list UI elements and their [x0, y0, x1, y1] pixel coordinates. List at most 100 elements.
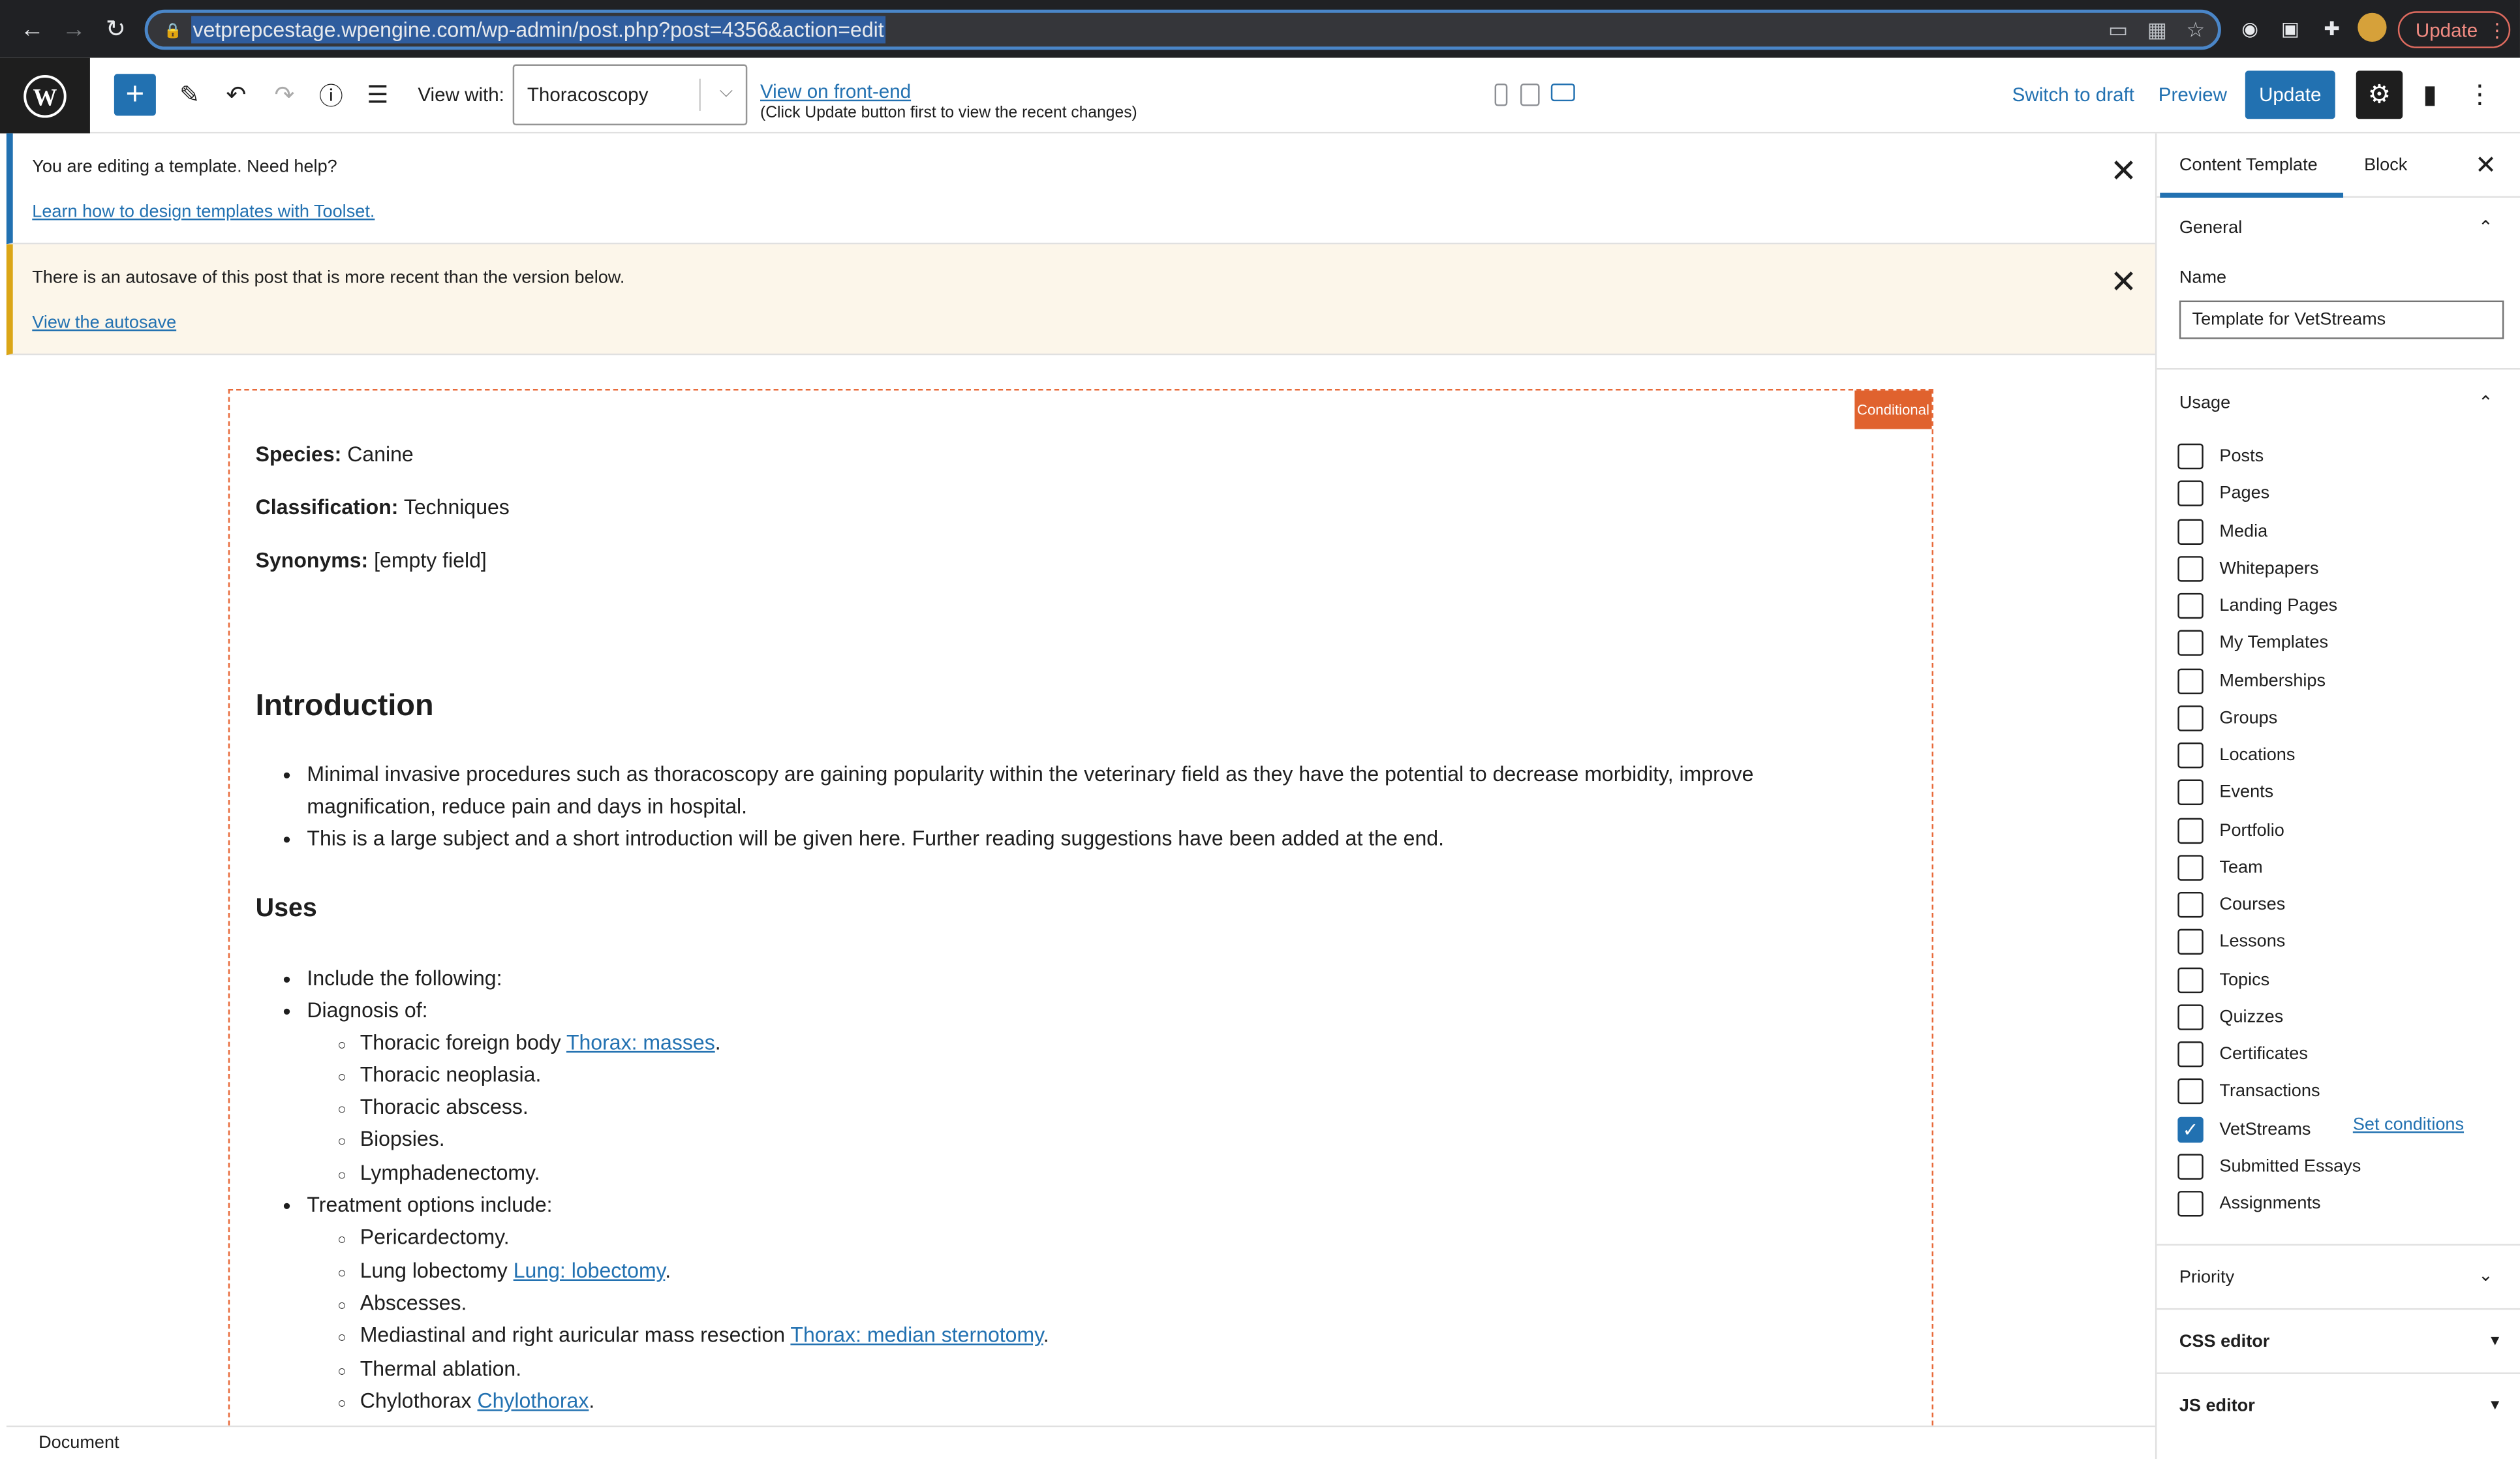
usage-option[interactable]: Team	[2177, 853, 2263, 882]
usage-option[interactable]: Portfolio	[2177, 816, 2284, 844]
intro-bullet[interactable]: Minimal invasive procedures such as thor…	[283, 759, 1753, 791]
checkbox[interactable]	[2177, 668, 2204, 694]
usage-option[interactable]: ✓ VetStreams	[2177, 1114, 2311, 1143]
checkbox[interactable]	[2177, 630, 2204, 656]
usage-panel-title[interactable]: Usage	[2179, 393, 2230, 413]
tab-block[interactable]: Block	[2364, 156, 2407, 176]
undo-icon[interactable]: ↶	[215, 74, 257, 115]
checkbox[interactable]	[2177, 1004, 2204, 1030]
list-item[interactable]: Thoracic neoplasia.	[337, 1059, 541, 1093]
usage-option[interactable]: My Templates	[2177, 629, 2328, 658]
usage-option[interactable]: Submitted Essays	[2177, 1152, 2361, 1180]
usage-option[interactable]: Groups	[2177, 703, 2277, 732]
checkbox[interactable]	[2177, 854, 2204, 881]
wordpress-logo-icon[interactable]: W	[0, 57, 90, 134]
list-item[interactable]: Thermal ablation.	[337, 1353, 521, 1387]
chevron-down-icon[interactable]: ⌄	[2478, 1265, 2493, 1286]
checkbox[interactable]	[2177, 1153, 2204, 1180]
median-sternotomy-link[interactable]: Thorax: median sternotomy	[790, 1323, 1043, 1347]
list-item[interactable]: Lung lobectomy Lung: lobectomy.	[337, 1255, 671, 1289]
checkbox[interactable]	[2177, 780, 2204, 806]
address-bar[interactable]: 🔒 vetprepcestage.wpengine.com/wp-admin/p…	[144, 9, 2221, 50]
list-view-icon[interactable]: ☰	[357, 74, 399, 115]
checkbox[interactable]	[2177, 443, 2204, 470]
redo-icon[interactable]: ↷	[264, 74, 305, 115]
list-item[interactable]: Biopsies.	[337, 1124, 444, 1157]
synonyms-line[interactable]: Synonyms: [empty field]	[256, 548, 487, 572]
view-with-select[interactable]: Thoracoscopy ⌵	[512, 64, 748, 126]
species-line[interactable]: Species: Canine	[256, 442, 414, 466]
usage-option[interactable]: Certificates	[2177, 1040, 2308, 1069]
list-item[interactable]: Mediastinal and right auricular mass res…	[337, 1319, 1049, 1353]
close-icon[interactable]: ✕	[2110, 156, 2137, 188]
close-icon[interactable]: ✕	[2475, 149, 2497, 181]
cast-icon[interactable]: ▭	[2108, 18, 2128, 43]
usage-option[interactable]: Topics	[2177, 965, 2269, 994]
checkbox[interactable]	[2177, 1079, 2204, 1105]
uses-bullet[interactable]: Diagnosis of:	[283, 995, 427, 1027]
general-panel-title[interactable]: General	[2179, 219, 2242, 238]
editor-canvas[interactable]: Conditional Species: Canine Classificati…	[6, 355, 2155, 1426]
chevron-up-icon[interactable]: ⌃	[2478, 217, 2493, 238]
reload-icon[interactable]: ↻	[98, 11, 133, 46]
back-icon[interactable]: ←	[14, 11, 50, 46]
usage-option[interactable]: Courses	[2177, 891, 2285, 919]
intro-bullet-continuation[interactable]: magnification, reduce pain and days in h…	[307, 791, 747, 823]
uses-bullet[interactable]: Treatment options include:	[283, 1190, 553, 1221]
checkbox[interactable]	[2177, 555, 2204, 581]
list-item[interactable]: Chylothorax Chylothorax.	[337, 1385, 594, 1419]
checkbox[interactable]	[2177, 518, 2204, 544]
checkbox[interactable]	[2177, 742, 2204, 769]
usage-option[interactable]: Media	[2177, 517, 2267, 545]
classification-line[interactable]: Classification: Techniques	[256, 495, 510, 519]
usage-option[interactable]: Pages	[2177, 480, 2269, 508]
template-name-input[interactable]	[2179, 300, 2504, 339]
checkbox[interactable]	[2177, 929, 2204, 955]
checkbox[interactable]	[2177, 1191, 2204, 1217]
css-editor-panel-title[interactable]: CSS editor	[2179, 1332, 2270, 1352]
checkbox[interactable]	[2177, 481, 2204, 507]
list-item[interactable]: Thoracic foreign body Thorax: masses.	[337, 1027, 720, 1060]
usage-option[interactable]: Lessons	[2177, 928, 2285, 957]
preview-button[interactable]: Preview	[2159, 84, 2227, 106]
thorax-masses-link[interactable]: Thorax: masses	[566, 1030, 715, 1054]
triangle-down-icon[interactable]: ▼	[2488, 1396, 2502, 1413]
usage-option[interactable]: Transactions	[2177, 1077, 2320, 1106]
settings-gear-icon[interactable]: ⚙	[2356, 70, 2403, 119]
list-item[interactable]: Abscesses.	[337, 1287, 467, 1321]
toolset-help-link[interactable]: Learn how to design templates with Tools…	[32, 202, 375, 222]
introduction-heading[interactable]: Introduction	[256, 690, 434, 725]
checkbox[interactable]	[2177, 891, 2204, 918]
checkbox[interactable]	[2177, 817, 2204, 843]
view-autosave-link[interactable]: View the autosave	[32, 313, 176, 333]
triangle-down-icon[interactable]: ▼	[2488, 1332, 2502, 1349]
forward-icon[interactable]: →	[56, 11, 91, 46]
list-item[interactable]: Thoracic abscess.	[337, 1091, 528, 1125]
usage-option[interactable]: Posts	[2177, 442, 2264, 470]
info-icon[interactable]: ⓘ	[310, 74, 352, 115]
intro-bullet[interactable]: This is a large subject and a short intr…	[283, 823, 1444, 855]
close-icon[interactable]: ✕	[2110, 267, 2137, 299]
mobile-preview-icon[interactable]	[1494, 84, 1508, 106]
profile-avatar-icon[interactable]	[2358, 12, 2387, 42]
update-button[interactable]: Update	[2245, 70, 2335, 119]
star-icon[interactable]: ☆	[2187, 18, 2205, 43]
extensions-puzzle-icon[interactable]: ✚	[2316, 13, 2348, 45]
chylothorax-link[interactable]: Chylothorax	[477, 1389, 589, 1413]
lung-lobectomy-link[interactable]: Lung: lobectomy	[514, 1259, 666, 1283]
priority-panel-title[interactable]: Priority	[2179, 1268, 2234, 1287]
usage-option[interactable]: Quizzes	[2177, 1002, 2283, 1031]
checkbox-checked[interactable]: ✓	[2177, 1116, 2204, 1142]
checkbox[interactable]	[2177, 592, 2204, 619]
chevron-up-icon[interactable]: ⌃	[2478, 392, 2493, 413]
list-item[interactable]: Lymphadenectomy.	[337, 1157, 540, 1191]
qr-icon[interactable]: ▦	[2147, 18, 2167, 43]
usage-option[interactable]: Assignments	[2177, 1190, 2321, 1218]
browser-update-button[interactable]: Update ⋮	[2397, 11, 2511, 48]
tab-content-template[interactable]: Content Template	[2179, 156, 2318, 176]
set-conditions-link[interactable]: Set conditions	[2353, 1115, 2464, 1135]
view-on-front-end-link[interactable]: View on front-end	[760, 80, 911, 102]
usage-option[interactable]: Memberships	[2177, 666, 2326, 695]
checkbox[interactable]	[2177, 1041, 2204, 1067]
tablet-preview-icon[interactable]	[1520, 84, 1540, 106]
